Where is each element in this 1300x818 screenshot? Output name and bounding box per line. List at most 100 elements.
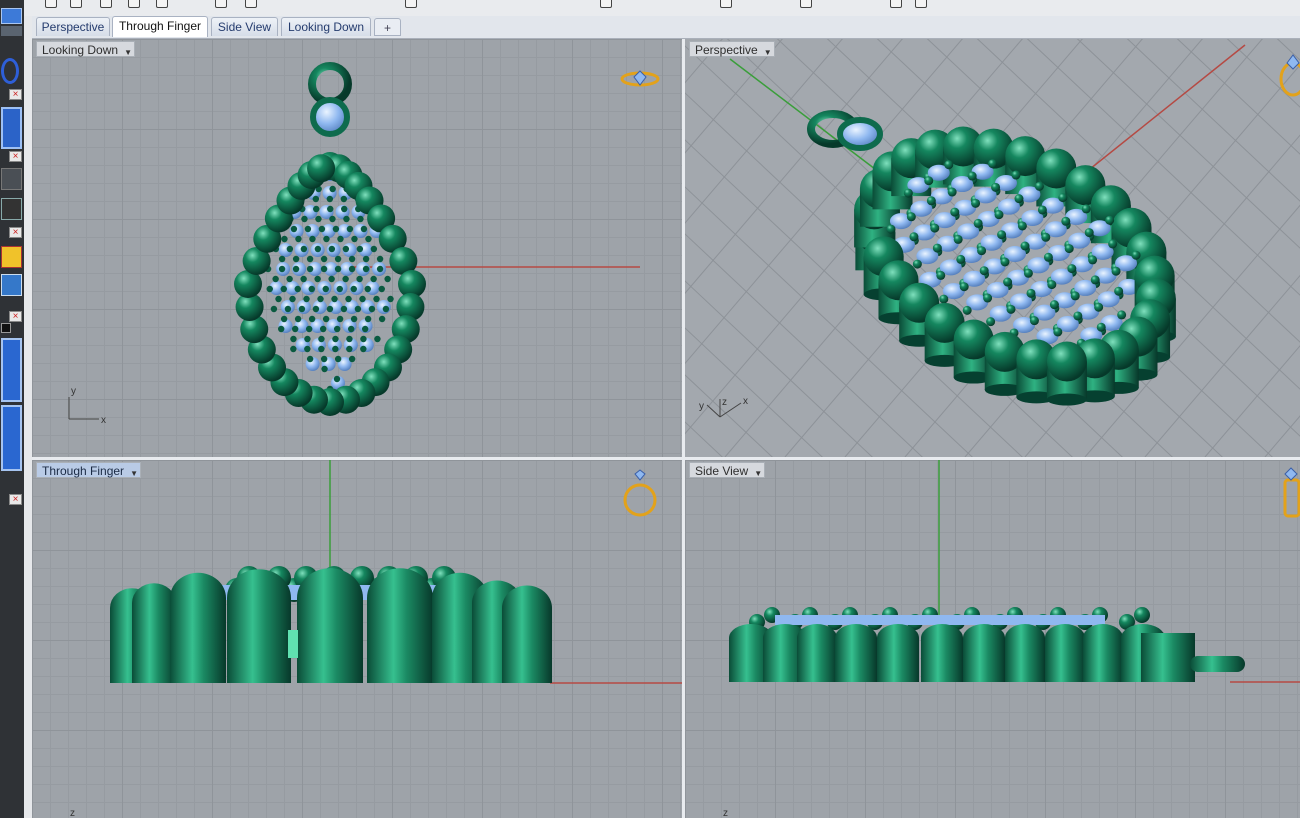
prong [986,317,996,327]
top-toolbar [0,0,1300,17]
undo-icon[interactable] [245,0,257,8]
tab-side-view[interactable]: Side View [211,17,278,36]
prong [956,254,966,264]
prong [334,355,342,363]
viewport-title-side-view[interactable]: Side View ▼ [689,462,766,478]
prong [270,305,278,313]
prong [365,235,372,243]
array-tool-icon[interactable] [1,405,22,471]
tab-looking-down[interactable]: Looking Down [281,17,371,36]
prong [930,223,940,233]
help-icon[interactable] [915,0,927,8]
prong [301,215,308,223]
tab-through-finger[interactable]: Through Finger [112,16,208,37]
ring-perspective-icon[interactable] [1279,54,1300,97]
open-file-icon[interactable] [70,0,82,8]
prong [988,159,998,169]
axis-label-y: y [699,401,704,412]
prong [994,210,1004,220]
prong [322,315,330,323]
prong [997,230,1007,240]
border-dome [367,568,433,628]
prong [326,195,334,203]
shade-icon[interactable] [600,0,612,8]
tab-perspective[interactable]: Perspective [36,17,110,36]
grip-icon[interactable] [1,26,22,36]
close-panel-icon[interactable]: × [9,311,22,322]
prong [1014,194,1024,204]
add-tab-button[interactable]: + [374,18,401,36]
jewel-tool-icon[interactable] [1,246,22,268]
chevron-down-icon[interactable]: ▼ [754,466,762,482]
prong [345,295,352,303]
stack-tool-icon[interactable] [1,338,22,402]
prong [361,325,369,333]
viewport-looking-down[interactable]: y x Looking Down ▼ [32,39,682,457]
prong [1023,268,1033,278]
axis-label-x: x [743,396,748,407]
expand-icon[interactable] [1,323,11,333]
properties-icon[interactable] [890,0,902,8]
print-icon[interactable] [128,0,140,8]
prong [348,255,356,263]
border-dome [297,568,363,628]
box-tool-icon[interactable] [1,168,22,190]
close-panel-icon[interactable]: × [9,151,22,162]
material-icon[interactable] [800,0,812,8]
viewport-through-finger[interactable]: z Through Finger ▼ [32,460,682,818]
prong [304,225,312,233]
new-file-icon[interactable] [45,0,57,8]
select-tool-icon[interactable] [1,8,22,24]
circle-tool-icon[interactable] [1,58,19,84]
prong [1037,205,1047,215]
prong [343,215,350,223]
prong [1108,239,1118,249]
border-dome [1083,624,1123,652]
ring-top-icon[interactable] [620,70,660,87]
prong [332,335,339,343]
prong [329,215,336,223]
prong [979,266,989,276]
prong [322,285,329,293]
chevron-down-icon[interactable]: ▼ [130,466,138,482]
prong [342,275,349,283]
viewport-title-perspective[interactable]: Perspective ▼ [689,41,775,57]
prong [1070,291,1080,301]
prong [1131,250,1141,260]
viewport-side-view[interactable]: z Side View ▼ [685,460,1300,818]
border-cylinder-base [1046,393,1087,406]
viewport-title-through-finger[interactable]: Through Finger ▼ [36,462,142,478]
viewport-perspective[interactable]: y z x Perspective ▼ [685,39,1300,457]
save-icon[interactable] [100,0,112,8]
prong [304,345,311,353]
bezel-cylinder [1141,633,1195,682]
close-panel-icon[interactable]: × [9,227,22,238]
prong [341,205,348,213]
viewport-title-looking-down[interactable]: Looking Down ▼ [36,41,136,57]
chevron-down-icon[interactable]: ▼ [764,45,772,61]
prong [360,335,367,343]
ring-side-icon[interactable] [1283,467,1300,518]
prong [1047,280,1057,290]
paste-icon[interactable] [215,0,227,8]
render-icon[interactable] [720,0,732,8]
close-panel-icon[interactable]: × [9,494,22,505]
layer-tool-icon[interactable] [1,107,22,149]
grid-line [1226,39,1300,108]
border-dome [132,583,176,623]
prong [332,225,340,233]
prong [932,243,942,253]
copy-icon[interactable] [156,0,168,8]
prong [278,255,286,263]
prong [1114,286,1124,296]
prong [306,265,314,273]
prong [1090,275,1100,285]
pan-icon[interactable] [405,0,417,8]
gem-tool-icon[interactable] [1,274,22,296]
grid-tool-icon[interactable] [1,198,22,220]
highlight [288,630,298,658]
ring-front-icon[interactable] [623,469,657,517]
chevron-down-icon[interactable]: ▼ [124,45,132,61]
prong [336,285,343,293]
close-panel-icon[interactable]: × [9,89,22,100]
